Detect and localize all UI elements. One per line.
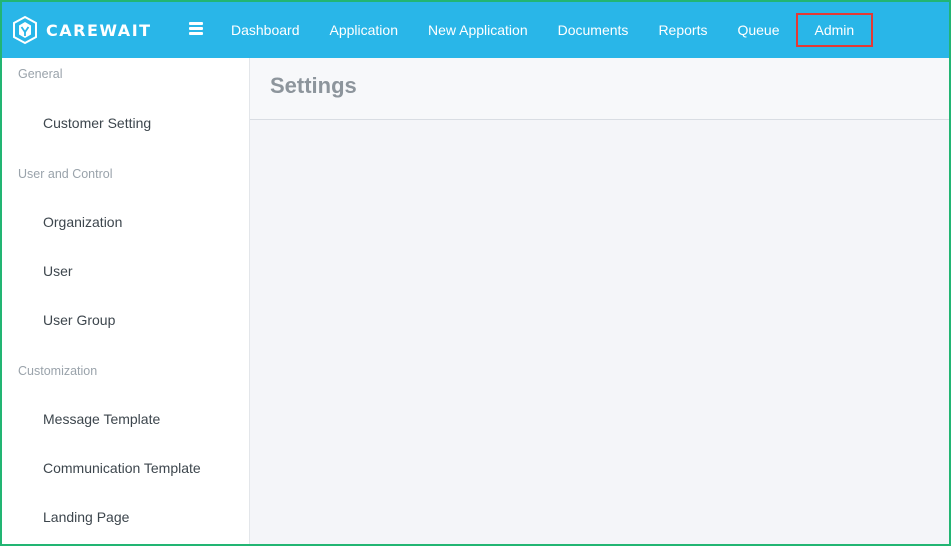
main-nav: Dashboard Application New Application Do… (216, 2, 874, 58)
page-header: Settings (250, 58, 949, 120)
nav-item-queue[interactable]: Queue (722, 13, 794, 47)
top-navbar: CAREWAIT Dashboard Application New Appli… (2, 2, 949, 58)
sidebar-section-user-and-control: User and Control (18, 167, 113, 181)
nav-item-dashboard[interactable]: Dashboard (216, 13, 315, 47)
logo-text: CAREWAIT (46, 20, 152, 40)
sidebar-item-message-template[interactable]: Message Template (43, 411, 160, 427)
nav-item-reports[interactable]: Reports (643, 13, 722, 47)
sidebar-item-organization[interactable]: Organization (43, 214, 122, 230)
nav-item-documents[interactable]: Documents (543, 13, 644, 47)
sidebar-section-customization: Customization (18, 364, 98, 378)
sidebar-item-communication-template[interactable]: Communication Template (43, 460, 201, 476)
logo[interactable]: CAREWAIT (10, 15, 180, 45)
nav-item-admin[interactable]: Admin (795, 13, 874, 47)
sidebar-item-user[interactable]: User (43, 263, 73, 279)
nav-item-application[interactable]: Application (315, 13, 414, 47)
sidebar-item-landing-page[interactable]: Landing Page (43, 509, 129, 525)
sidebar-section-general: General (18, 67, 63, 81)
sidebar-item-user-group[interactable]: User Group (43, 312, 115, 328)
sidebar: General Customer Setting User and Contro… (2, 58, 250, 544)
page-title: Settings (270, 73, 357, 98)
menu-toggle-icon[interactable] (189, 22, 203, 35)
carewait-logo-icon (13, 15, 37, 45)
nav-item-new-application[interactable]: New Application (413, 13, 543, 47)
main-content: Settings (250, 58, 949, 544)
app-frame: CAREWAIT Dashboard Application New Appli… (0, 0, 951, 546)
sidebar-item-customer-setting[interactable]: Customer Setting (43, 115, 151, 131)
